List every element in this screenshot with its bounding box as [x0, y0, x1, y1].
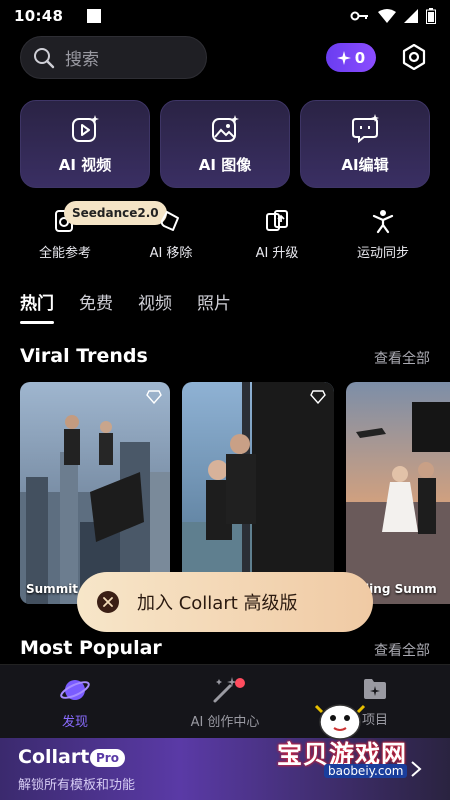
credits-count: 0 [354, 48, 366, 67]
trend-card-image [346, 382, 450, 604]
section-title-popular: Most Popular [20, 637, 162, 659]
diamond-icon [146, 390, 162, 404]
see-all-viral[interactable]: 查看全部 [374, 348, 430, 368]
search-input[interactable]: 搜索 [65, 45, 99, 70]
status-icons [350, 8, 436, 24]
search-icon [34, 47, 55, 68]
mini-tool-upscale-label: AI 升级 [255, 246, 299, 261]
gear-icon [402, 44, 426, 70]
wifi-icon [378, 9, 396, 23]
upgrade-toast[interactable]: 加入 Collart 高级版 [77, 572, 373, 632]
nav-ai-create-label: AI 创作中心 [190, 715, 260, 730]
sparkle-icon [336, 50, 351, 65]
nav-discover[interactable]: 发现 [15, 675, 135, 730]
trend-card-caption: Summit [26, 582, 79, 596]
chevron-right-icon [411, 761, 422, 777]
video-sparkle-icon [72, 114, 99, 142]
mini-tool-remove-label: AI 移除 [149, 246, 193, 261]
tool-ai-video-label: AI 视频 [58, 155, 112, 174]
see-all-popular[interactable]: 查看全部 [374, 640, 430, 660]
bottom-nav: 发现 AI 创作中心 项目 [0, 664, 450, 738]
tab-video[interactable]: 视频 [138, 289, 172, 314]
pro-banner-subtitle: 解锁所有模板和功能 [18, 778, 136, 793]
tool-ai-edit-label: AI编辑 [341, 155, 389, 174]
mini-tool-upscale[interactable]: AI 升级 [232, 208, 322, 261]
vpn-key-icon [350, 11, 368, 21]
mini-tool-motion[interactable]: 运动同步 [338, 208, 428, 261]
chat-edit-icon [352, 113, 379, 143]
section-title-viral: Viral Trends [20, 345, 148, 367]
tab-photo[interactable]: 照片 [197, 289, 231, 314]
planet-icon [60, 680, 90, 700]
tool-ai-edit[interactable]: AI编辑 [300, 100, 430, 188]
credits-button[interactable]: 0 [326, 43, 376, 72]
status-time: 10:48 [14, 7, 64, 25]
mini-tool-motion-label: 运动同步 [356, 246, 409, 261]
battery-icon [426, 8, 436, 24]
mini-tool-remove[interactable]: AI 移除 [126, 208, 216, 261]
pro-banner-name: Collart [18, 746, 90, 768]
eraser-icon [160, 211, 179, 231]
trend-card[interactable]: dding Summ [346, 382, 450, 604]
search-bar[interactable]: 搜索 [20, 36, 207, 79]
image-sparkle-icon [212, 114, 239, 142]
status-bar: 10:48 [0, 0, 450, 32]
nav-discover-label: 发现 [61, 715, 88, 730]
upscale-icon [266, 210, 288, 231]
diamond-icon [310, 390, 326, 404]
trend-card-image [20, 382, 170, 604]
tab-free[interactable]: 免费 [79, 289, 113, 314]
notification-square-icon [87, 9, 102, 23]
motion-icon [372, 210, 394, 234]
signal-icon [404, 9, 418, 23]
close-icon[interactable] [97, 591, 119, 613]
category-tabs: 热门 免费 视频 照片 [20, 289, 231, 324]
tool-ai-image[interactable]: AI 图像 [160, 100, 290, 188]
tab-hot[interactable]: 热门 [20, 289, 54, 324]
mini-tool-reference-label: 全能参考 [38, 246, 91, 261]
settings-button[interactable] [399, 42, 429, 72]
notification-dot [235, 678, 245, 688]
upgrade-toast-text: 加入 Collart 高级版 [137, 593, 298, 614]
watermark-url: baobeiy.com [324, 764, 408, 778]
trend-card-image [182, 382, 334, 604]
trend-card[interactable]: Summit [20, 382, 170, 604]
nav-ai-create[interactable]: AI 创作中心 [165, 675, 285, 730]
tool-ai-video[interactable]: AI 视频 [20, 100, 150, 188]
tool-ai-image-label: AI 图像 [198, 155, 252, 174]
pro-badge: Pro [90, 749, 125, 767]
trend-card[interactable] [182, 382, 334, 604]
